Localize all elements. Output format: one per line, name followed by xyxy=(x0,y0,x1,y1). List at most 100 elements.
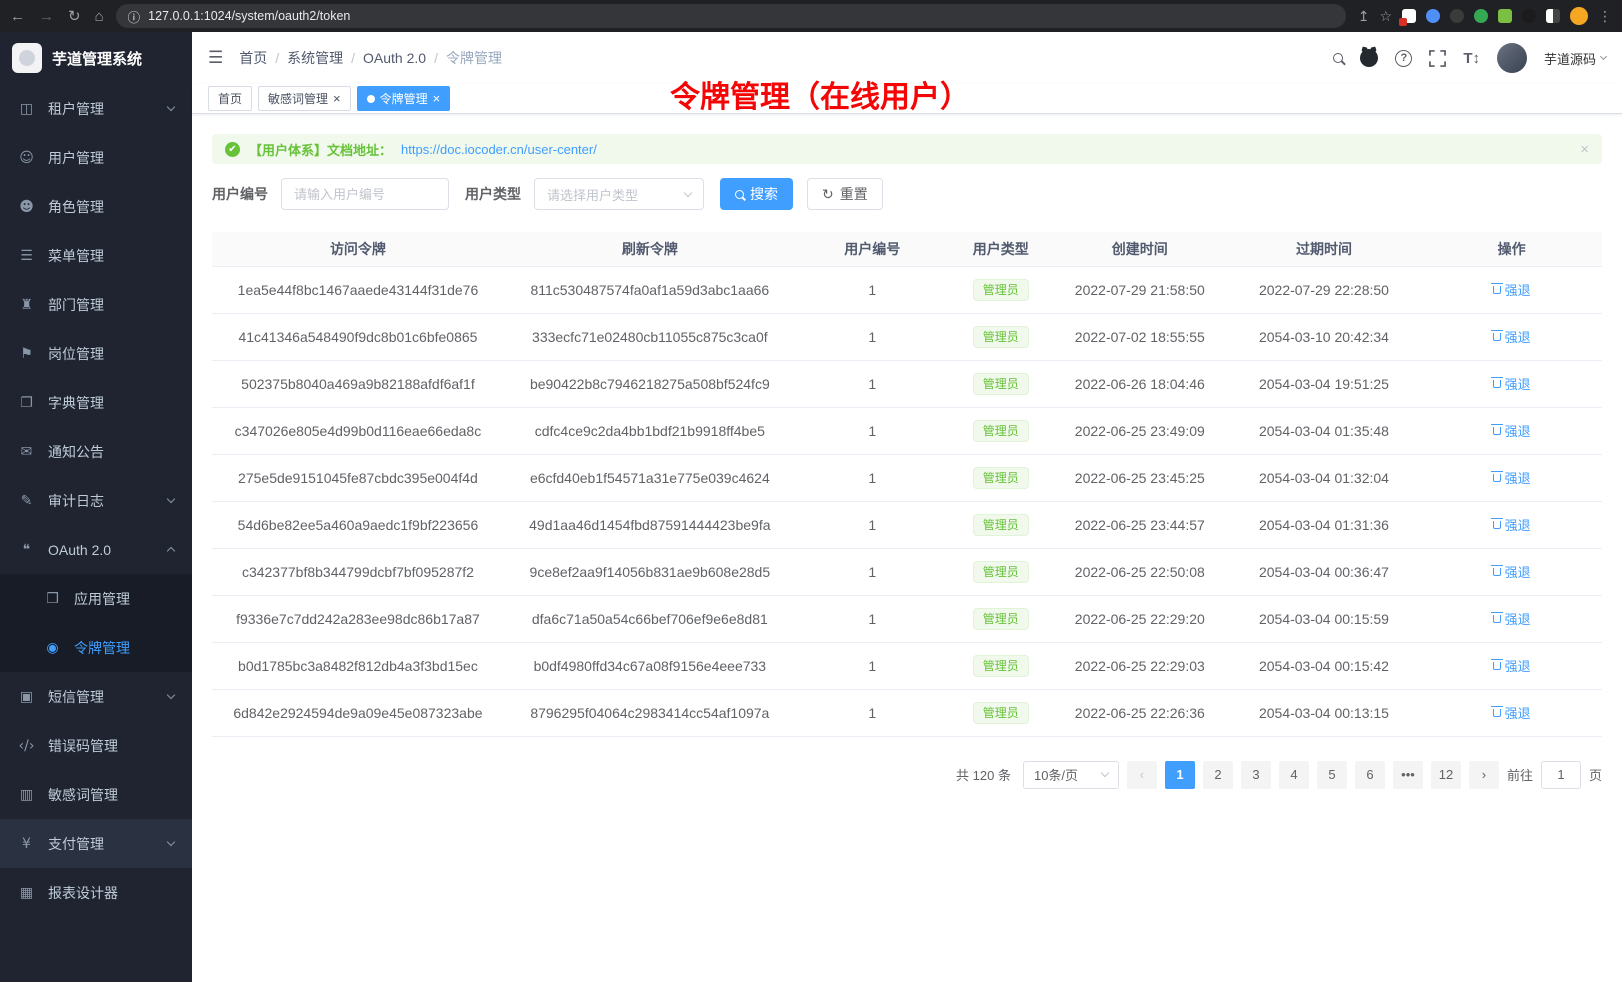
app-logo[interactable]: 芋道管理系统 xyxy=(0,32,192,84)
delete-icon xyxy=(1493,474,1501,482)
sidebar-item-dict[interactable]: ❐ 字典管理 xyxy=(0,378,192,427)
sidebar-item-oauth2-app[interactable]: ❒ 应用管理 xyxy=(0,574,192,623)
extension-icon-5[interactable] xyxy=(1522,9,1536,23)
notice-icon: ✉ xyxy=(18,444,35,460)
reset-button[interactable]: ↻ 重置 xyxy=(807,178,883,210)
doc-link[interactable]: https://doc.iocoder.cn/user-center/ xyxy=(401,142,597,157)
sidebar-item-user[interactable]: ☺ 用户管理 xyxy=(0,133,192,182)
org-tree-icon: ♜ xyxy=(18,297,35,313)
reload-icon[interactable]: ↻ xyxy=(68,7,81,25)
force-logout-button[interactable]: 强退 xyxy=(1493,609,1531,628)
breadcrumb-system[interactable]: 系统管理 xyxy=(287,50,363,66)
actions-cell: 强退 xyxy=(1421,548,1602,595)
force-logout-button[interactable]: 强退 xyxy=(1493,562,1531,581)
force-logout-label: 强退 xyxy=(1505,280,1531,299)
next-page-button[interactable]: › xyxy=(1469,761,1499,789)
fullscreen-icon[interactable] xyxy=(1429,50,1446,67)
help-icon[interactable]: ? xyxy=(1395,50,1412,67)
col-user-type: 用户类型 xyxy=(949,232,1053,266)
tab-sensitive-word[interactable]: 敏感词管理 × xyxy=(258,86,351,111)
user-type-select[interactable]: 请选择用户类型 xyxy=(534,178,704,210)
back-icon[interactable]: ← xyxy=(10,8,25,25)
user-id-input[interactable] xyxy=(281,178,449,210)
close-icon[interactable]: × xyxy=(333,92,341,105)
user-type-badge: 管理员 xyxy=(973,467,1029,489)
force-logout-button[interactable]: 强退 xyxy=(1493,656,1531,675)
sidebar-item-dept[interactable]: ♜ 部门管理 xyxy=(0,280,192,329)
page-button-4[interactable]: 4 xyxy=(1279,761,1309,789)
sidebar-item-sensitive-word[interactable]: ▥ 敏感词管理 xyxy=(0,770,192,819)
force-logout-button[interactable]: 强退 xyxy=(1493,374,1531,393)
page-button-3[interactable]: 3 xyxy=(1241,761,1271,789)
more-pages-button[interactable]: ••• xyxy=(1393,761,1423,789)
page-button-2[interactable]: 2 xyxy=(1203,761,1233,789)
close-icon[interactable]: × xyxy=(433,92,441,105)
extension-icon-6[interactable] xyxy=(1546,9,1560,23)
browser-profile-avatar[interactable] xyxy=(1570,7,1588,25)
tab-home[interactable]: 首页 xyxy=(208,86,252,111)
site-info-icon[interactable]: ⓘ xyxy=(128,7,141,26)
user-avatar[interactable] xyxy=(1497,43,1527,73)
github-icon[interactable] xyxy=(1360,49,1378,67)
browser-menu-icon[interactable]: ⋮ xyxy=(1598,8,1612,25)
user-name: 芋道源码 xyxy=(1544,49,1596,68)
page-button-1[interactable]: 1 xyxy=(1165,761,1195,789)
prev-page-button[interactable]: ‹ xyxy=(1127,761,1157,789)
search-button[interactable]: 搜索 xyxy=(720,178,793,210)
breadcrumb-oauth2[interactable]: OAuth 2.0 xyxy=(363,50,446,66)
tab-token[interactable]: 令牌管理 × xyxy=(357,86,451,111)
force-logout-button[interactable]: 强退 xyxy=(1493,703,1531,722)
goto-page-input[interactable] xyxy=(1541,761,1581,789)
delete-icon xyxy=(1493,568,1501,576)
page-button-5[interactable]: 5 xyxy=(1317,761,1347,789)
sidebar-item-tenant[interactable]: ◫ 租户管理 xyxy=(0,84,192,133)
sidebar-toggle-icon[interactable]: ☰ xyxy=(208,48,223,68)
sidebar-item-oauth2-token[interactable]: ◉ 令牌管理 xyxy=(0,623,192,672)
extension-icon-4[interactable] xyxy=(1474,9,1488,23)
user-menu[interactable]: 芋道源码 xyxy=(1544,49,1606,68)
home-icon[interactable]: ⌂ xyxy=(95,8,104,25)
font-size-icon[interactable]: T↕ xyxy=(1463,50,1480,67)
sidebar-item-menu[interactable]: ☰ 菜单管理 xyxy=(0,231,192,280)
extension-icon-1[interactable] xyxy=(1402,9,1416,23)
bookmark-star-icon[interactable]: ☆ xyxy=(1379,8,1392,25)
breadcrumb-home[interactable]: 首页 xyxy=(239,50,287,66)
access-token-cell: 1ea5e44f8bc1467aaede43144f31de76 xyxy=(212,266,504,313)
breadcrumb: 首页系统管理OAuth 2.0令牌管理 xyxy=(239,48,502,68)
page-size-select[interactable]: 10条/页 xyxy=(1023,761,1119,789)
sidebar-item-role[interactable]: ☻ 角色管理 xyxy=(0,182,192,231)
reset-button-label: 重置 xyxy=(840,184,868,204)
expire-time-cell: 2022-07-29 22:28:50 xyxy=(1227,266,1422,313)
table-row: 1ea5e44f8bc1467aaede43144f31de76 811c530… xyxy=(212,266,1602,313)
force-logout-button[interactable]: 强退 xyxy=(1493,327,1531,346)
sidebar-item-sms[interactable]: ▣ 短信管理 xyxy=(0,672,192,721)
force-logout-button[interactable]: 强退 xyxy=(1493,421,1531,440)
sidebar-item-pay[interactable]: ¥ 支付管理 xyxy=(0,819,192,868)
page-button-6[interactable]: 6 xyxy=(1355,761,1385,789)
forward-icon[interactable]: → xyxy=(39,8,54,25)
share-icon[interactable]: ↥ xyxy=(1358,8,1370,25)
sidebar-item-oauth2[interactable]: ❝ OAuth 2.0 xyxy=(0,525,192,574)
user-id-cell: 1 xyxy=(796,313,949,360)
address-bar[interactable]: ⓘ 127.0.0.1:1024/system/oauth2/token xyxy=(116,4,1346,28)
sidebar-item-label: 角色管理 xyxy=(48,197,104,217)
extension-icon-3[interactable] xyxy=(1450,9,1464,23)
sidebar-item-error-code[interactable]: ‹/› 错误码管理 xyxy=(0,721,192,770)
col-expire-time: 过期时间 xyxy=(1227,232,1422,266)
sidebar-item-audit-log[interactable]: ✎ 审计日志 xyxy=(0,476,192,525)
alert-close-icon[interactable]: × xyxy=(1580,141,1589,158)
sidebar-item-notice[interactable]: ✉ 通知公告 xyxy=(0,427,192,476)
user-type-cell: 管理员 xyxy=(949,454,1053,501)
actions-cell: 强退 xyxy=(1421,266,1602,313)
force-logout-button[interactable]: 强退 xyxy=(1493,280,1531,299)
force-logout-button[interactable]: 强退 xyxy=(1493,515,1531,534)
extension-icon-2[interactable] xyxy=(1426,9,1440,23)
search-icon[interactable] xyxy=(1333,53,1343,63)
extensions-puzzle-icon[interactable] xyxy=(1498,9,1512,23)
browser-toolbar: ← → ↻ ⌂ ⓘ 127.0.0.1:1024/system/oauth2/t… xyxy=(0,0,1622,32)
page-button-last[interactable]: 12 xyxy=(1431,761,1461,789)
sidebar-item-report-designer[interactable]: ▦ 报表设计器 xyxy=(0,868,192,917)
sidebar-item-post[interactable]: ⚑ 岗位管理 xyxy=(0,329,192,378)
force-logout-button[interactable]: 强退 xyxy=(1493,468,1531,487)
page-size-value: 10条/页 xyxy=(1034,765,1078,784)
